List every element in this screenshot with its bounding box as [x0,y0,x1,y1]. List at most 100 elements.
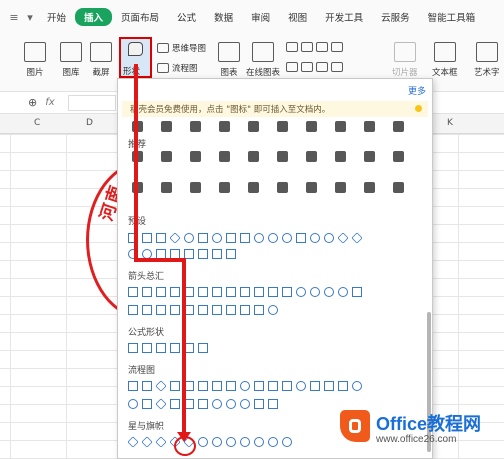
left-up-arrow-shape[interactable] [268,287,278,297]
left-arrow-shape[interactable] [142,287,152,297]
sort-shape[interactable] [155,398,167,410]
document-shape[interactable] [212,381,222,391]
pentagon-arrow-shape[interactable] [142,305,152,315]
bars-icon[interactable] [306,182,317,193]
right-callout-shape[interactable] [170,305,180,315]
star10-shape[interactable] [226,437,236,447]
divide-sign-shape[interactable] [170,343,180,353]
punched-tape-shape[interactable] [338,381,348,391]
nosmoking-shape[interactable] [268,233,278,243]
chart-type-buttons-row1[interactable] [286,42,343,52]
textbox-button[interactable]: 文本框 [432,42,458,78]
card-shape[interactable] [324,381,334,391]
u-turn-arrow-shape[interactable] [254,287,264,297]
multiply-sign-shape[interactable] [156,343,166,353]
square-shape[interactable] [240,233,250,243]
curved-up-arrow-shape[interactable] [324,287,334,297]
head-icon[interactable] [364,151,375,162]
plus-shape[interactable] [184,233,194,243]
sun-shape[interactable] [351,232,363,244]
tab-data[interactable]: 数据 [205,10,242,24]
alt-process-shape[interactable] [142,381,152,391]
bent-arrow-shape[interactable] [240,287,250,297]
tab-cloud[interactable]: 云服务 [372,10,419,24]
star24-shape[interactable] [268,437,278,447]
manual-input-shape[interactable] [268,381,278,391]
diagonal-shape[interactable] [169,232,181,244]
up-arrow-shape[interactable] [156,287,166,297]
wordart-button[interactable]: 艺术字 [474,42,500,78]
tab-smart-tools[interactable]: 智能工具箱 [419,10,485,24]
terminator-shape[interactable] [240,381,250,391]
mindmap-button[interactable]: 思维导图 [157,42,206,54]
slicer-button[interactable]: 切片器 [392,42,418,78]
calculator-icon[interactable] [393,151,404,162]
offpage-shape[interactable] [310,381,320,391]
left-brace-shape[interactable] [212,249,222,259]
can-shape[interactable] [212,233,222,243]
chart-button[interactable]: 图表 [218,42,240,78]
notched-arrow-shape[interactable] [128,305,138,315]
down-arrow-shape[interactable] [170,287,180,297]
flowchart-button[interactable]: 流程图 [157,62,198,74]
flask-icon[interactable] [364,182,375,193]
binoculars-icon[interactable] [161,151,172,162]
summing-junction-shape[interactable] [352,381,362,391]
formula-input[interactable] [68,95,116,111]
chart-type-buttons-row2[interactable] [286,62,343,72]
star4-shape[interactable] [155,436,167,448]
tab-home[interactable]: 开始 [38,10,75,24]
star7-shape[interactable] [198,437,208,447]
stored-data-shape[interactable] [198,399,208,409]
online-chart-button[interactable]: 在线图表 [246,42,280,78]
list-icon[interactable] [306,151,317,162]
screenshot-button[interactable]: 截屏 [90,42,112,78]
delay-shape[interactable] [212,399,222,409]
menu-icon[interactable]: ≡ [6,11,22,24]
striped-arrow-shape[interactable] [352,287,362,297]
sequential-access-shape[interactable] [226,399,236,409]
connector-shape[interactable] [296,381,306,391]
decision-shape[interactable] [155,380,167,392]
ruler-icon[interactable] [277,182,288,193]
swim-icon[interactable] [219,151,230,162]
picture-button[interactable]: 图片 [24,42,46,78]
clock-icon[interactable] [393,121,404,132]
curved-left-arrow-shape[interactable] [310,287,320,297]
tab-view[interactable]: 视图 [279,10,316,24]
heart-shape[interactable] [324,233,334,243]
shield-icon[interactable] [277,121,288,132]
down-callout-shape[interactable] [212,305,222,315]
zoom-icon[interactable]: ⊕ [28,96,37,109]
person-icon[interactable] [364,121,375,132]
more-link[interactable]: 更多 [408,84,426,97]
tab-review[interactable]: 审阅 [242,10,279,24]
star12-shape[interactable] [240,437,250,447]
multidocument-shape[interactable] [226,381,236,391]
guitar-icon[interactable] [335,182,346,193]
donut-shape[interactable] [254,233,264,243]
up-callout-shape[interactable] [198,305,208,315]
direct-access-shape[interactable] [254,399,264,409]
explosion2-shape[interactable] [141,436,153,448]
quad-callout-shape[interactable] [254,305,264,315]
data-shape[interactable] [170,381,180,391]
column-header-k[interactable]: K [447,118,453,128]
folded-shape[interactable] [296,233,306,243]
left-right-up-arrow-shape[interactable] [226,287,236,297]
right-brace-shape[interactable] [226,249,236,259]
curved-right-arrow-shape[interactable] [296,287,306,297]
collate-shape[interactable] [142,399,152,409]
plus-sign-shape[interactable] [128,343,138,353]
truck-icon[interactable] [190,151,201,162]
tab-formulas[interactable]: 公式 [168,10,205,24]
dropdown-icon[interactable]: ▾ [22,11,38,24]
no-icon[interactable] [219,121,230,132]
right-bracket-shape[interactable] [198,249,208,259]
cake-icon[interactable] [161,121,172,132]
manual-operation-shape[interactable] [282,381,292,391]
mail-icon[interactable] [248,121,259,132]
gallery-button[interactable]: 图库 [60,42,82,78]
chevron-shape[interactable] [156,305,166,315]
magnetic-disk-shape[interactable] [240,399,250,409]
